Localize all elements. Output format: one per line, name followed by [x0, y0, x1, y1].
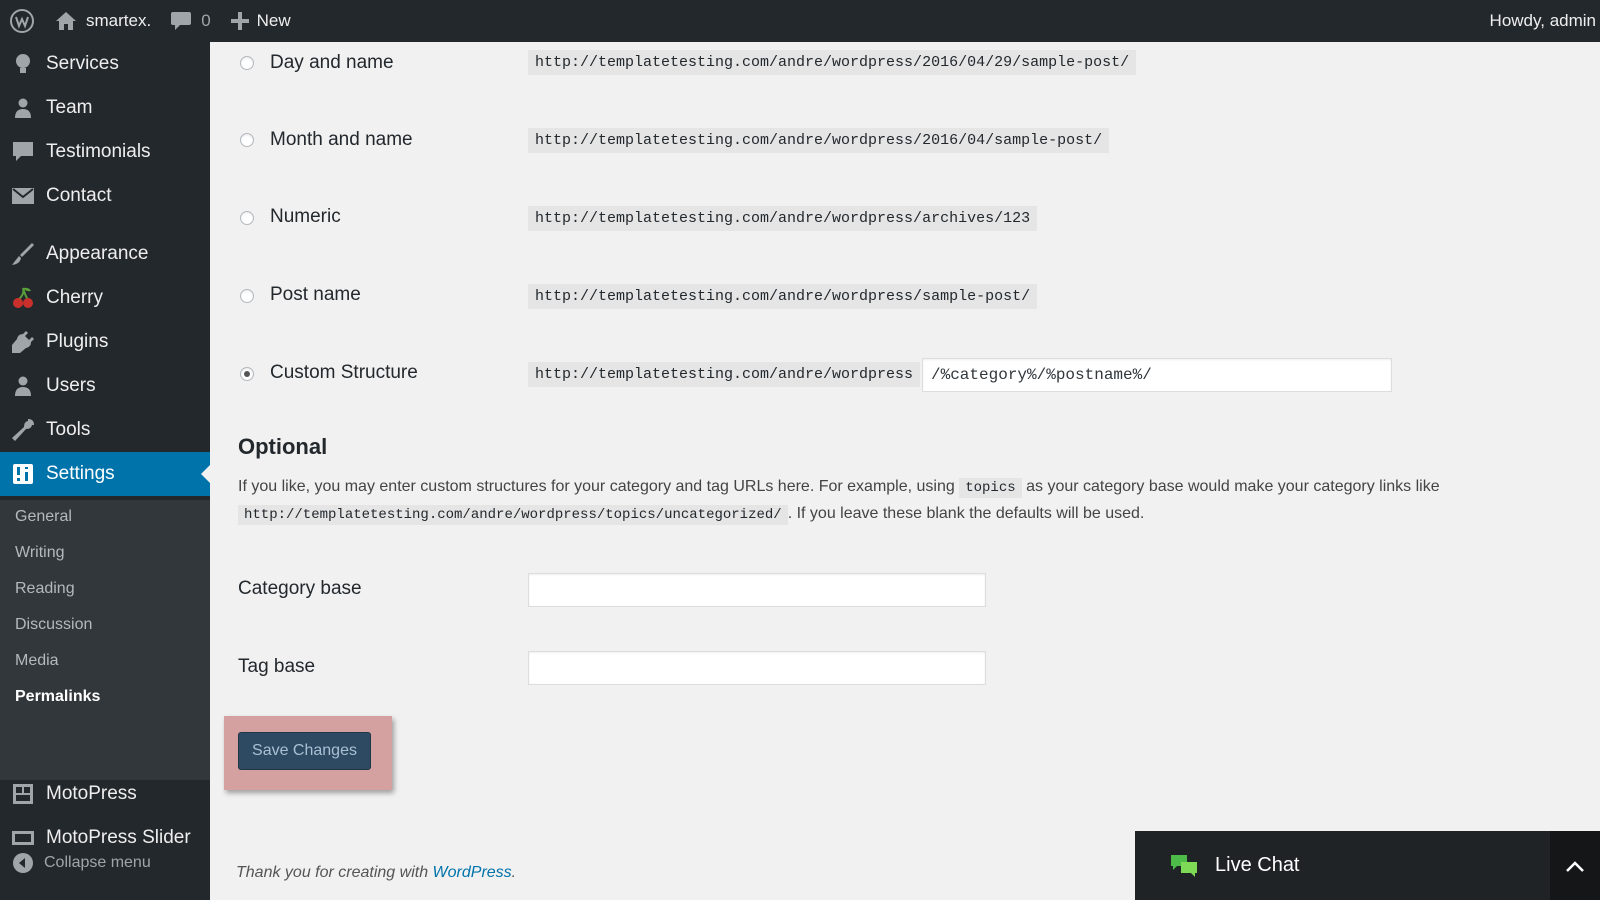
wordpress-logo-icon[interactable] [0, 0, 46, 42]
settings-submenu: General Writing Reading Discussion Media… [0, 500, 210, 780]
sidebar-item-label: Contact [46, 185, 112, 206]
new-content-link[interactable]: New [221, 0, 301, 42]
sidebar-item-label: Plugins [46, 331, 109, 352]
sidebar-item-label: Team [46, 97, 93, 118]
sidebar-item-services[interactable]: Services [0, 42, 210, 86]
admin-bar: smartex. 0 New Howdy, admin [0, 0, 1600, 42]
submenu-writing[interactable]: Writing [15, 544, 65, 562]
desc-text-3: . If you leave these blank the defaults … [787, 505, 1145, 522]
radio-label-month-and-name[interactable]: Month and name [270, 129, 413, 151]
tag-base-label: Tag base [238, 656, 316, 677]
live-chat-widget[interactable]: Live Chat [1135, 831, 1550, 900]
lightbulb-icon [0, 53, 46, 75]
live-chat-label: Live Chat [1215, 854, 1300, 876]
radio-month-and-name[interactable] [240, 133, 254, 147]
radio-label-custom-structure[interactable]: Custom Structure [270, 362, 418, 384]
envelope-icon [0, 188, 46, 204]
example-url-day-and-name: http://templatetesting.com/andre/wordpre… [528, 50, 1137, 75]
tag-base-input[interactable] [528, 651, 986, 685]
radio-label-day-and-name[interactable]: Day and name [270, 52, 394, 74]
settings-icon [0, 464, 46, 484]
example-url-numeric: http://templatetesting.com/andre/wordpre… [528, 206, 1038, 231]
admin-sidebar: Services Team Testimonials Contact Appea… [0, 42, 210, 900]
desc-text-2: as your category base would make your ca… [1026, 478, 1440, 495]
collapse-arrow-icon [13, 853, 33, 873]
optional-description: If you like, you may enter custom struct… [238, 474, 1588, 528]
radio-post-name[interactable] [240, 289, 254, 303]
sidebar-item-tools[interactable]: Tools [0, 408, 210, 452]
radio-custom-structure[interactable] [240, 367, 254, 381]
desc-text-1: If you like, you may enter custom struct… [238, 478, 955, 495]
save-changes-button[interactable]: Save Changes [238, 732, 371, 770]
plus-icon [230, 12, 249, 30]
sidebar-item-label: Testimonials [46, 141, 151, 162]
collapse-menu-button[interactable]: Collapse menu [12, 852, 151, 874]
permalink-settings-content: Day and name http://templatetesting.com/… [210, 42, 1600, 900]
sidebar-item-label: Appearance [46, 243, 149, 264]
footer-credit: Thank you for creating with WordPress. [236, 864, 516, 882]
sidebar-item-team[interactable]: Team [0, 86, 210, 130]
submenu-permalinks[interactable]: Permalinks [15, 688, 100, 706]
slider-icon [0, 831, 46, 845]
site-name: smartex. [86, 11, 152, 30]
radio-label-post-name[interactable]: Post name [270, 284, 361, 306]
grid-icon [0, 784, 46, 804]
quote-icon [0, 142, 46, 162]
sidebar-item-label: Cherry [46, 287, 104, 308]
sidebar-item-label: Tools [46, 419, 91, 440]
sidebar-item-plugins[interactable]: Plugins [0, 320, 210, 364]
radio-day-and-name[interactable] [240, 56, 254, 70]
footer-end: . [511, 864, 517, 881]
chevron-up-icon [1566, 860, 1584, 872]
sidebar-item-users[interactable]: Users [0, 364, 210, 408]
example-url-month-and-name: http://templatetesting.com/andre/wordpre… [528, 128, 1110, 153]
sidebar-item-contact[interactable]: Contact [0, 174, 210, 218]
site-name-link[interactable]: smartex. [46, 0, 161, 42]
home-icon [56, 12, 76, 30]
users-icon [0, 376, 46, 396]
radio-label-numeric[interactable]: Numeric [270, 206, 341, 228]
desc-code-url: http://templatetesting.com/andre/wordpre… [238, 505, 788, 525]
sidebar-item-appearance[interactable]: Appearance [0, 232, 210, 276]
howdy-user[interactable]: Howdy, admin [1480, 0, 1600, 42]
comments-count: 0 [201, 11, 211, 30]
sidebar-item-label: Services [46, 53, 119, 74]
category-base-label: Category base [238, 578, 362, 599]
desc-code-topics: topics [959, 478, 1022, 498]
chat-bubbles-icon [1171, 854, 1197, 877]
sidebar-item-label: MotoPress [46, 783, 137, 804]
example-url-post-name: http://templatetesting.com/andre/wordpre… [528, 284, 1038, 309]
comments-link[interactable]: 0 [161, 0, 220, 42]
sidebar-item-settings[interactable]: Settings [0, 452, 210, 496]
footer-text: Thank you for creating with [236, 864, 429, 881]
plug-icon [0, 331, 46, 353]
sidebar-item-testimonials[interactable]: Testimonials [0, 130, 210, 174]
radio-numeric[interactable] [240, 211, 254, 225]
person-icon [0, 98, 46, 118]
sidebar-item-label: MotoPress Slider [46, 827, 191, 848]
submenu-general[interactable]: General [15, 508, 72, 526]
submenu-reading[interactable]: Reading [15, 580, 75, 598]
optional-heading: Optional [238, 434, 328, 459]
sidebar-item-label: Users [46, 375, 96, 396]
submenu-media[interactable]: Media [15, 652, 59, 670]
custom-structure-input[interactable] [922, 358, 1392, 392]
collapse-label: Collapse menu [44, 854, 151, 871]
sidebar-item-label: Settings [46, 463, 115, 484]
live-chat-toggle[interactable] [1550, 831, 1600, 900]
category-base-input[interactable] [528, 573, 986, 607]
new-label: New [256, 11, 291, 30]
sidebar-item-motopress[interactable]: MotoPress [0, 772, 210, 816]
cherry-icon [0, 286, 46, 310]
custom-structure-prefix: http://templatetesting.com/andre/wordpre… [528, 362, 921, 387]
paintbrush-icon [0, 243, 46, 265]
sidebar-item-cherry[interactable]: Cherry [0, 276, 210, 320]
wordpress-link[interactable]: WordPress [433, 864, 512, 881]
comment-icon [171, 12, 192, 30]
wrench-icon [0, 419, 46, 441]
submenu-discussion[interactable]: Discussion [15, 616, 92, 634]
